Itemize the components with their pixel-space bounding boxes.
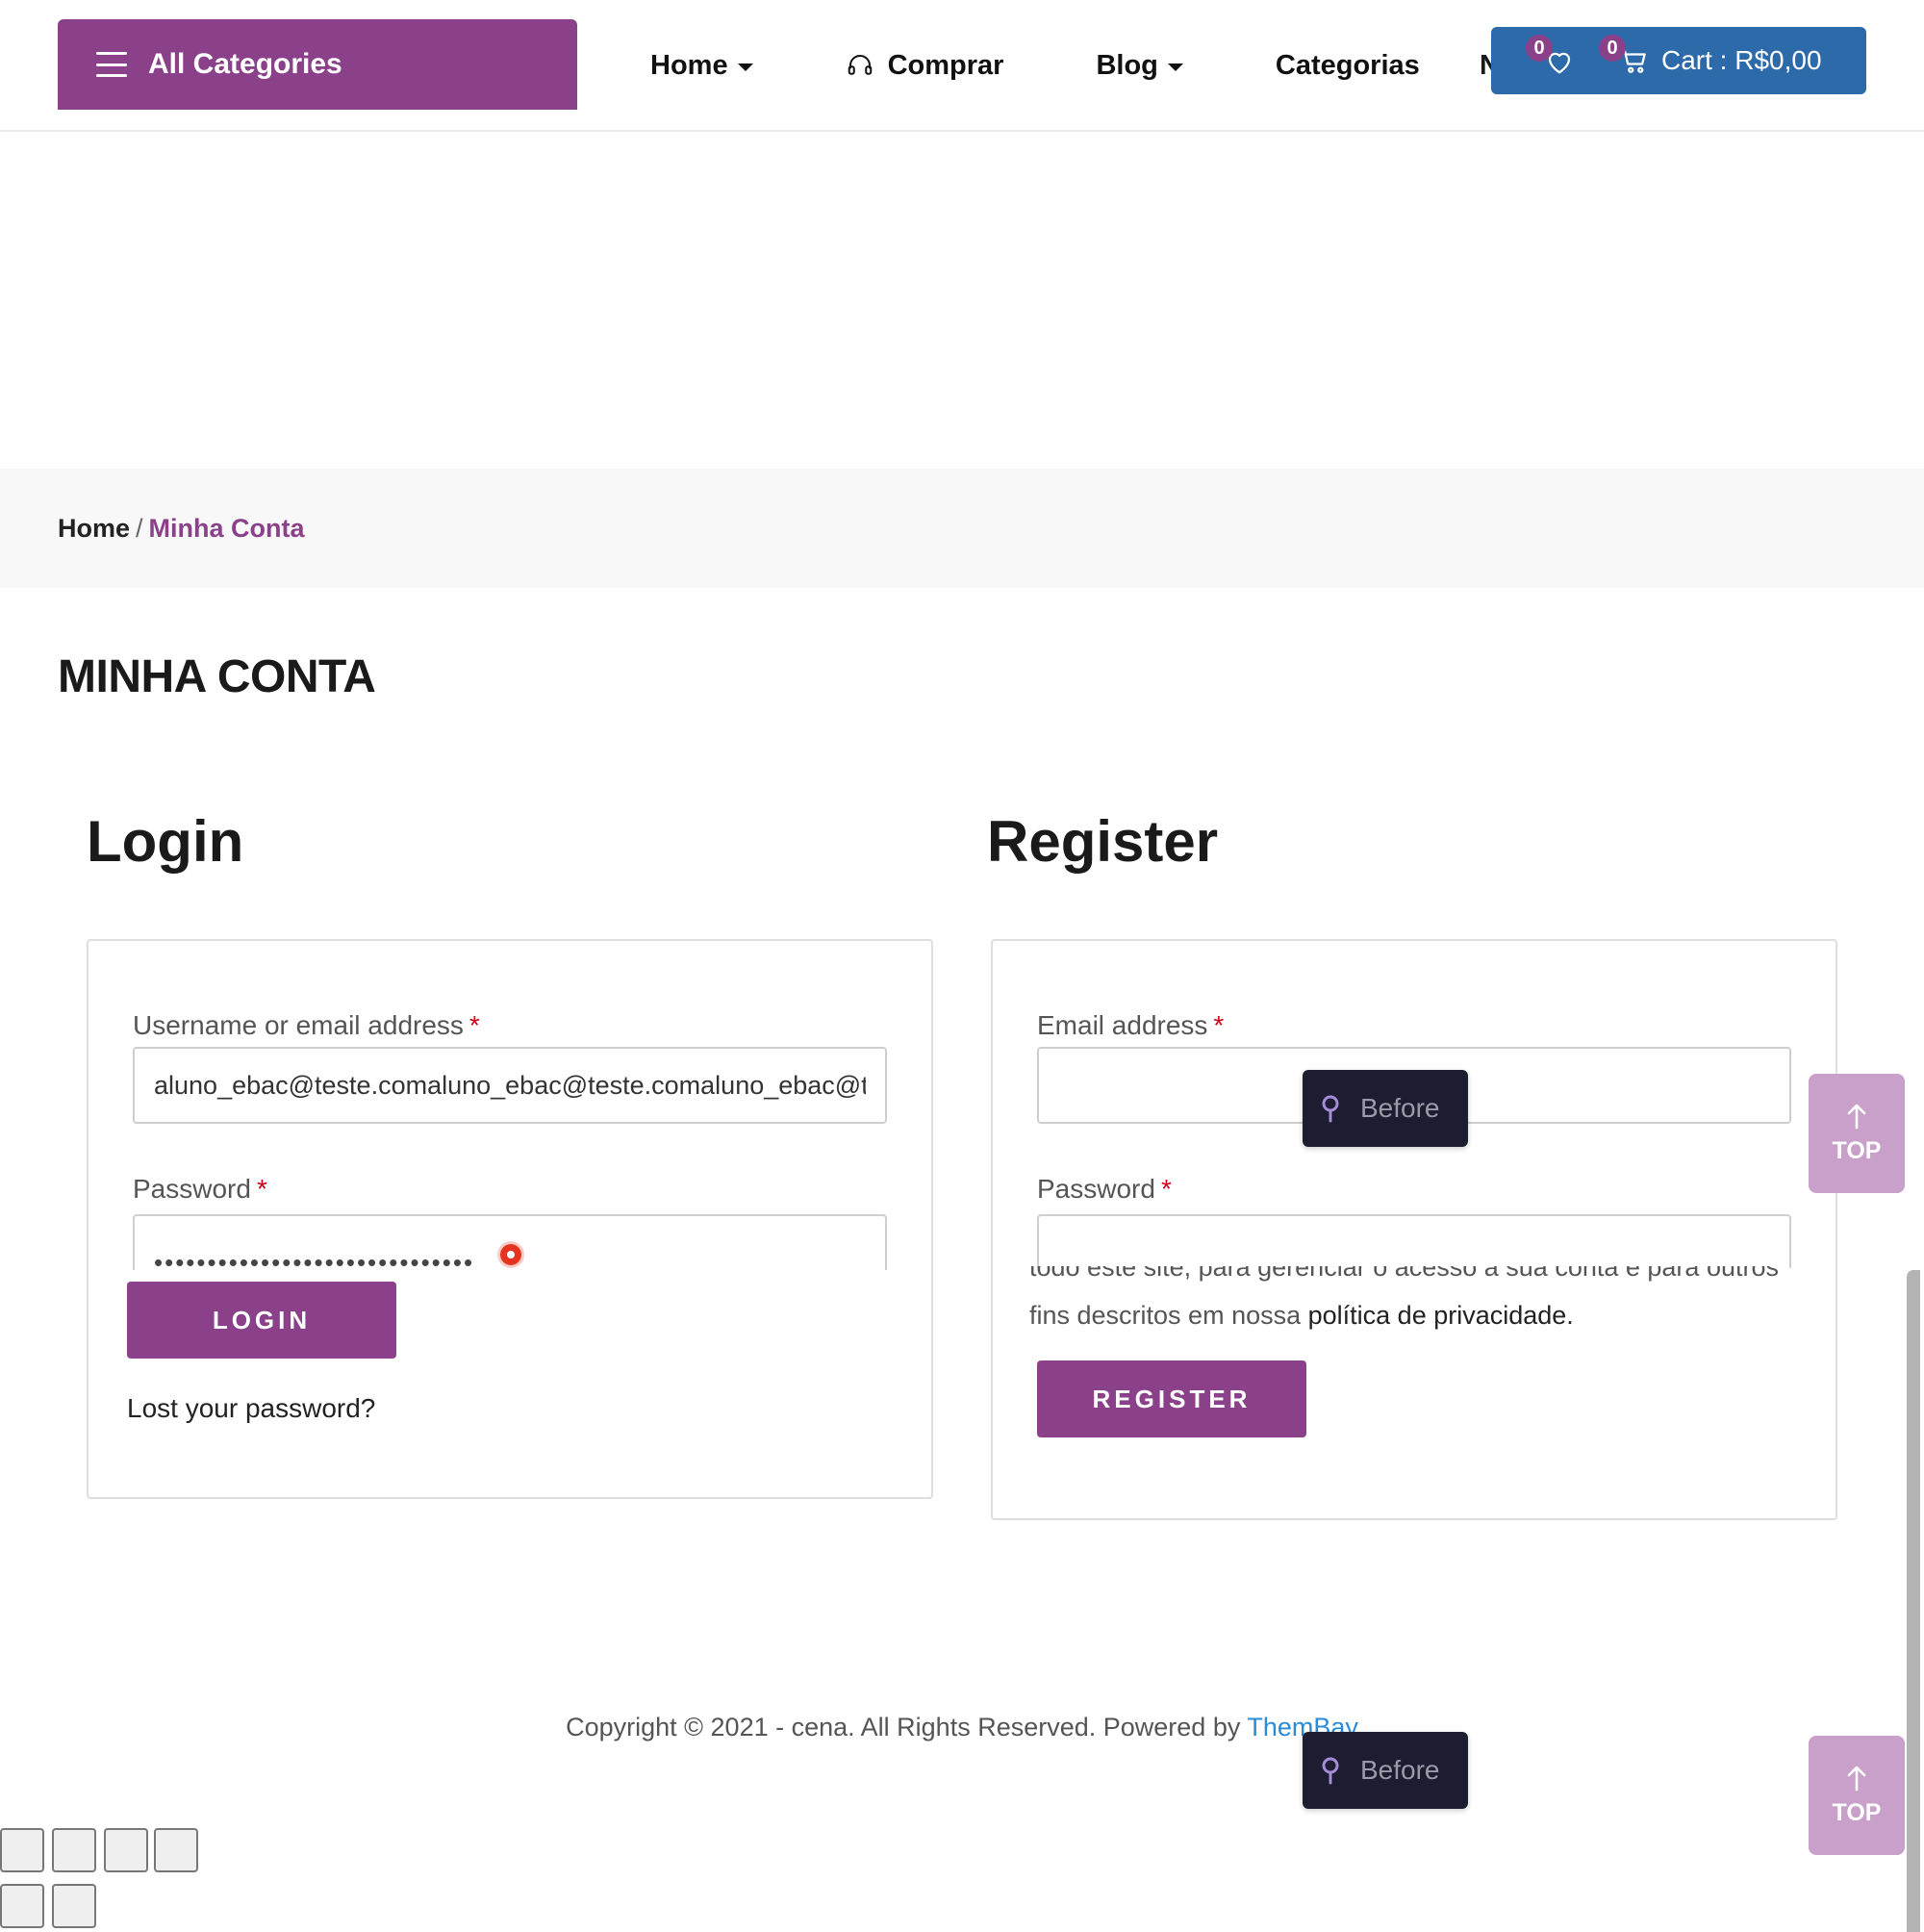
required-mark: * bbox=[1160, 1174, 1172, 1204]
key-box[interactable] bbox=[104, 1828, 148, 1872]
chevron-down-icon bbox=[1167, 64, 1183, 71]
privacy-policy-link[interactable]: política de privacidade. bbox=[1308, 1301, 1574, 1330]
key-box[interactable] bbox=[154, 1828, 198, 1872]
arrow-up-icon bbox=[1847, 1104, 1866, 1129]
before-tooltip[interactable]: Before bbox=[1303, 1732, 1468, 1809]
footer-copyright: Copyright © 2021 - cena. All Rights Rese… bbox=[0, 1713, 1924, 1742]
breadcrumb-home-link[interactable]: Home bbox=[58, 514, 130, 544]
nav-item-home[interactable]: Home bbox=[650, 50, 753, 82]
cart-count-badge: 0 bbox=[1599, 35, 1626, 62]
scrollbar[interactable] bbox=[1907, 1270, 1920, 1932]
username-label-text: Username or email address bbox=[133, 1010, 464, 1040]
username-input[interactable] bbox=[133, 1047, 887, 1124]
before-tooltip-label: Before bbox=[1360, 1755, 1440, 1785]
page-title: MINHA CONTA bbox=[58, 651, 376, 702]
breadcrumb: Home / Minha Conta bbox=[0, 469, 1924, 588]
arrow-up-icon bbox=[1847, 1766, 1866, 1791]
register-password-label: Password * bbox=[1037, 1174, 1172, 1205]
lost-password-link[interactable]: Lost your password? bbox=[127, 1393, 375, 1424]
back-to-top-button[interactable]: TOP bbox=[1809, 1736, 1905, 1855]
register-button[interactable]: REGISTER bbox=[1037, 1360, 1306, 1437]
cart-total-label: Cart : R$0,00 bbox=[1661, 45, 1822, 75]
privacy-text-clipped: todo este site, para gerenciar o acesso … bbox=[1029, 1266, 1799, 1285]
all-categories-button[interactable]: All Categories bbox=[58, 19, 577, 110]
copyright-text: Copyright © 2021 - cena. All Rights Rese… bbox=[566, 1713, 1248, 1741]
register-form: Email address * Password * todo este site,… bbox=[991, 939, 1837, 1520]
login-title: Login bbox=[87, 809, 244, 874]
mouse-cursor-indicator bbox=[500, 1244, 521, 1265]
required-mark: * bbox=[256, 1174, 267, 1204]
headset-icon bbox=[846, 51, 874, 80]
nav-item-comprar[interactable]: Comprar bbox=[846, 49, 1004, 82]
key-box[interactable] bbox=[0, 1828, 44, 1872]
password-input[interactable]: •••••••••••••••••••••••••••••• bbox=[133, 1214, 887, 1270]
email-label: Email address * bbox=[1037, 1010, 1224, 1041]
email-label-text: Email address bbox=[1037, 1010, 1208, 1040]
privacy-clipped-text: todo este site, para gerenciar o acesso … bbox=[1029, 1266, 1779, 1282]
all-categories-label: All Categories bbox=[148, 48, 342, 80]
login-button[interactable]: LOGIN bbox=[127, 1282, 396, 1359]
top-button-label: TOP bbox=[1832, 1798, 1882, 1826]
privacy-text-body: fins descritos em nossa bbox=[1029, 1301, 1308, 1330]
key-box[interactable] bbox=[0, 1884, 44, 1928]
site-header: All Categories Home Comprar Blog Categor… bbox=[0, 0, 1924, 132]
password-label: Password * bbox=[133, 1174, 267, 1205]
register-password-input[interactable] bbox=[1037, 1214, 1791, 1268]
pin-icon bbox=[1322, 1757, 1339, 1785]
breadcrumb-separator: / bbox=[136, 513, 143, 543]
main-nav: Home Comprar Blog Categorias bbox=[650, 38, 1512, 92]
register-password-label-text: Password bbox=[1037, 1174, 1155, 1204]
wishlist-count-badge: 0 bbox=[1526, 35, 1553, 62]
menu-icon bbox=[96, 52, 127, 77]
nav-home-label: Home bbox=[650, 49, 728, 81]
key-box[interactable] bbox=[52, 1828, 96, 1872]
password-masked-value: •••••••••••••••••••••••••••••• bbox=[154, 1247, 475, 1271]
before-tooltip[interactable]: Before bbox=[1303, 1070, 1468, 1147]
password-label-text: Password bbox=[133, 1174, 251, 1204]
pin-icon bbox=[1322, 1095, 1339, 1123]
privacy-text: fins descritos em nossa política de priv… bbox=[1029, 1301, 1574, 1331]
nav-item-blog[interactable]: Blog bbox=[1096, 49, 1183, 82]
before-tooltip-label: Before bbox=[1360, 1093, 1440, 1123]
nav-comprar-label: Comprar bbox=[887, 49, 1004, 81]
cart-button[interactable]: 0 0 Cart : R$0,00 bbox=[1491, 27, 1866, 94]
required-mark: * bbox=[468, 1010, 480, 1040]
register-title: Register bbox=[987, 809, 1219, 874]
nav-blog-label: Blog bbox=[1096, 49, 1158, 81]
chevron-down-icon bbox=[737, 64, 753, 71]
register-password-field[interactable] bbox=[1037, 1214, 1791, 1268]
nav-item-categorias[interactable]: Categorias bbox=[1276, 50, 1420, 82]
back-to-top-button[interactable]: TOP bbox=[1809, 1074, 1905, 1193]
key-box[interactable] bbox=[52, 1884, 96, 1928]
password-field[interactable]: •••••••••••••••••••••••••••••• bbox=[133, 1214, 887, 1270]
breadcrumb-current: Minha Conta bbox=[148, 513, 305, 543]
username-label: Username or email address * bbox=[133, 1010, 480, 1041]
login-form: Username or email address* Password* •••… bbox=[87, 939, 933, 1499]
required-mark: * bbox=[1213, 1010, 1225, 1040]
top-button-label: TOP bbox=[1832, 1136, 1882, 1164]
nav-categorias-label: Categorias bbox=[1275, 49, 1420, 81]
